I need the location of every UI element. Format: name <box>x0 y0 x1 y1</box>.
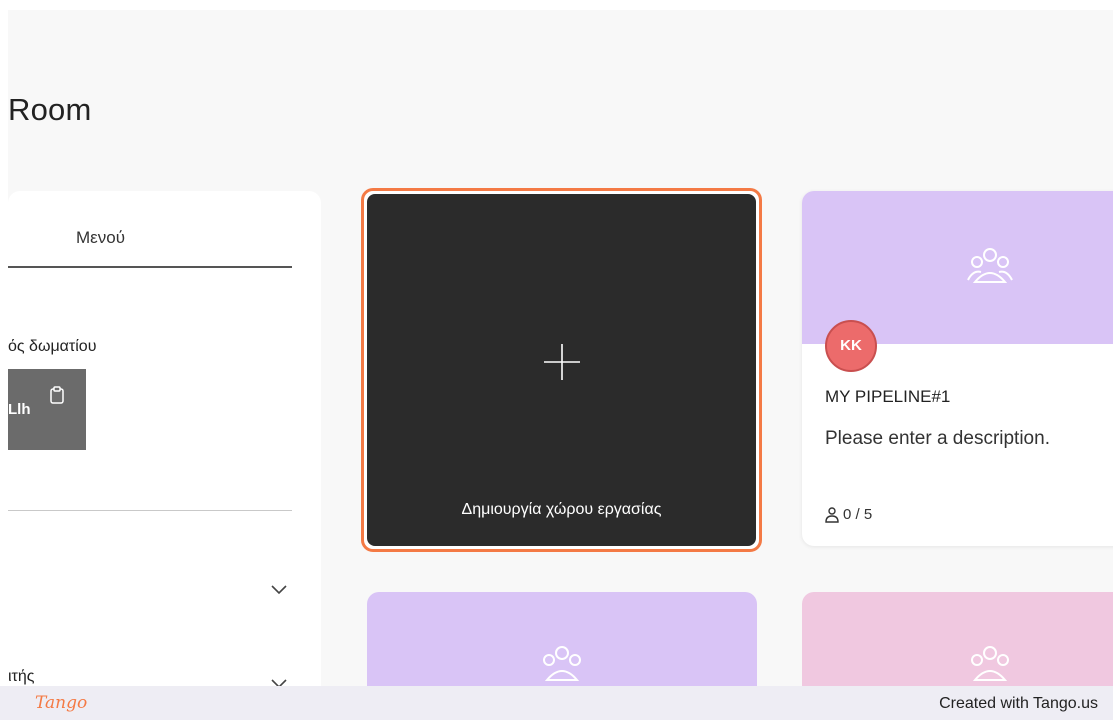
plus-icon <box>544 344 580 380</box>
user-icon <box>825 506 839 523</box>
workspace-card[interactable]: KK MY PIPELINE#1 Please enter a descript… <box>802 191 1113 546</box>
tab-menu[interactable]: Μενού <box>76 228 125 248</box>
workspace-title: MY PIPELINE#1 <box>825 387 951 406</box>
room-code-value: Llh <box>8 401 31 418</box>
group-icon <box>543 646 581 681</box>
workspace-card-bottom-left[interactable] <box>367 592 757 686</box>
clipboard-icon[interactable] <box>50 386 64 404</box>
footer-bar: Tango Created with Tango.us <box>0 686 1113 720</box>
group-icon <box>971 646 1009 681</box>
workspace-members: 0 / 5 <box>825 506 872 523</box>
app-window: Room Μενού ός δωματίου Llh ιτής Δημιουργ… <box>8 10 1113 686</box>
tab-underline <box>8 266 292 268</box>
side-panel: Μενού ός δωματίου Llh ιτής <box>8 191 321 686</box>
workspace-card-bottom-right[interactable] <box>802 592 1113 686</box>
page-title: Room <box>8 92 92 127</box>
workspace-description: Please enter a description. <box>825 428 1050 449</box>
avatar: KK <box>825 320 877 372</box>
group-icon <box>967 248 1013 283</box>
tango-logo: Tango <box>35 693 88 713</box>
chevron-down-icon[interactable] <box>270 584 288 596</box>
divider <box>8 510 292 511</box>
room-code-box: Llh <box>8 369 86 450</box>
room-code-label: ός δωματίου <box>8 338 97 355</box>
chevron-down-icon[interactable] <box>270 678 288 686</box>
create-workspace-label: Δημιουργία χώρου εργασίας <box>461 501 662 518</box>
side-item-label: ιτής <box>8 668 35 685</box>
tango-credit: Created with Tango.us <box>939 695 1098 712</box>
members-count: 0 / 5 <box>843 506 873 523</box>
create-workspace-button[interactable]: Δημιουργία χώρου εργασίας <box>361 188 762 552</box>
create-workspace-card: Δημιουργία χώρου εργασίας <box>367 194 756 546</box>
